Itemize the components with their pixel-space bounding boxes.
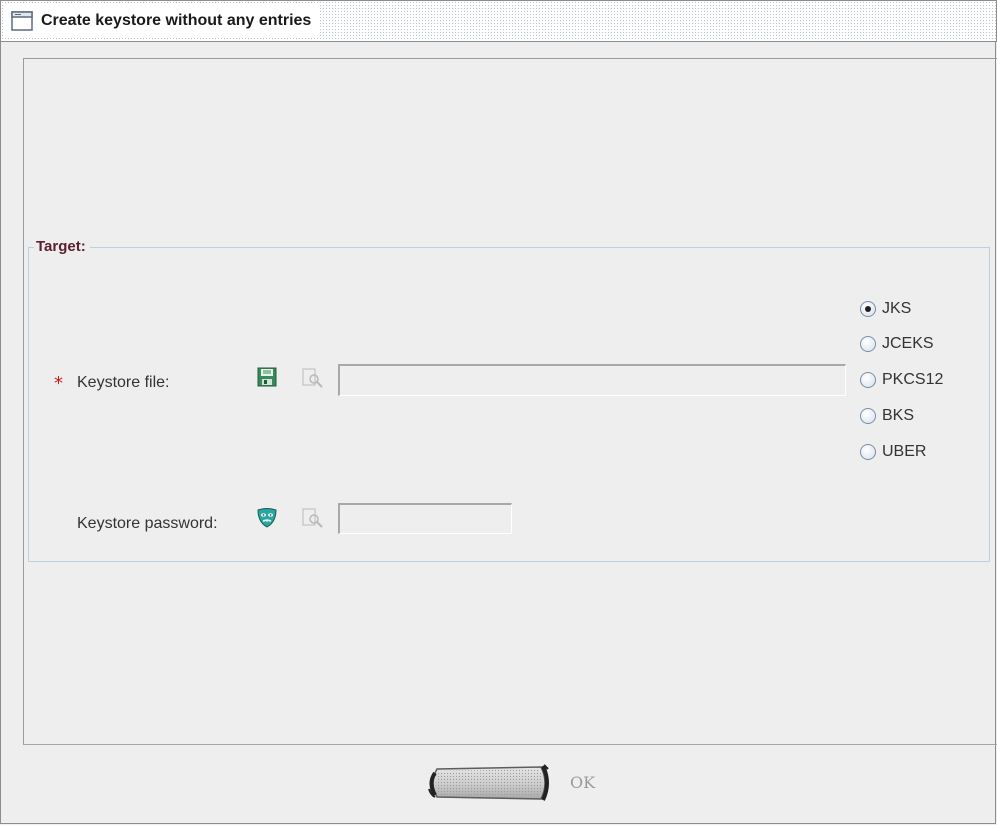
radio-button-jks[interactable] (860, 301, 876, 317)
save-icon[interactable] (257, 367, 277, 387)
radio-button-uber[interactable] (860, 444, 876, 460)
target-group-title: Target: (34, 238, 90, 255)
radio-jceks[interactable]: JCEKS (860, 333, 934, 355)
window-icon (11, 11, 33, 31)
ok-button-label[interactable]: OK (570, 773, 595, 792)
keystore-file-label: Keystore file: (77, 374, 170, 391)
radio-label-pkcs12: PKCS12 (882, 371, 944, 388)
radio-uber[interactable]: UBER (860, 441, 926, 463)
ok-button[interactable] (425, 763, 551, 803)
keystore-file-input[interactable] (338, 364, 846, 396)
window-title: Create keystore without any entries (41, 12, 312, 29)
radio-bks[interactable]: BKS (860, 405, 914, 427)
mask-icon[interactable] (256, 507, 278, 529)
radio-label-bks: BKS (882, 407, 915, 424)
title-area: Create keystore without any entries (3, 5, 320, 37)
radio-label-jceks: JCEKS (882, 335, 934, 352)
keystore-password-input[interactable] (338, 503, 512, 534)
radio-button-jceks[interactable] (860, 336, 876, 352)
radio-jks[interactable]: JKS (860, 298, 911, 320)
required-icon: * (54, 373, 63, 394)
radio-button-bks[interactable] (860, 408, 876, 424)
browse-password-icon[interactable] (302, 508, 324, 528)
keystore-password-label: Keystore password: (77, 515, 218, 532)
title-bar[interactable]: Create keystore without any entries (0, 0, 997, 42)
browse-file-icon[interactable] (302, 368, 324, 388)
radio-label-jks: JKS (882, 300, 912, 317)
radio-button-pkcs12[interactable] (860, 372, 876, 388)
radio-label-uber: UBER (882, 443, 927, 460)
radio-pkcs12[interactable]: PKCS12 (860, 369, 943, 391)
